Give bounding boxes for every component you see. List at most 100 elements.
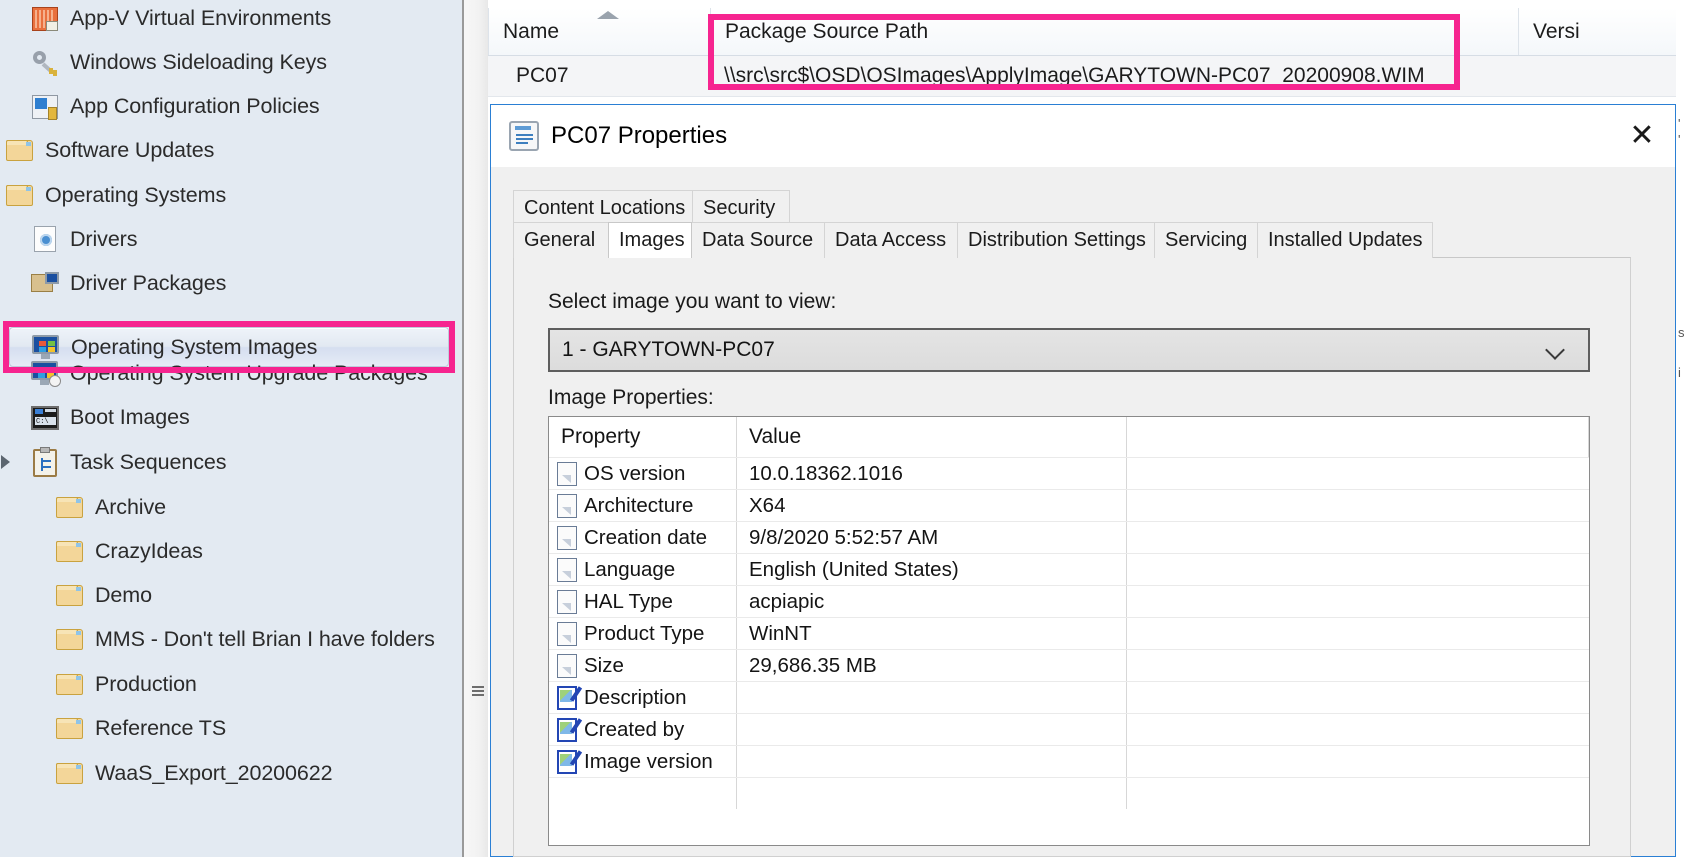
property-name: Architecture — [584, 494, 693, 518]
nav-item-label: Boot Images — [70, 405, 190, 430]
grid-cell-filler — [1127, 618, 1589, 649]
grid-cell-value: acpiapic — [737, 586, 1127, 617]
table-row[interactable]: Image version — [549, 745, 1589, 777]
folder-icon — [55, 758, 85, 788]
pane-splitter[interactable] — [462, 0, 488, 857]
grid-column-header-property[interactable]: Property — [549, 417, 737, 457]
dialog-title-bar[interactable]: PC07 Properties ✕ — [491, 105, 1675, 167]
table-row[interactable]: Creation date 9/8/2020 5:52:57 AM — [549, 521, 1589, 553]
grid-cell-value: English (United States) — [737, 554, 1127, 585]
select-image-label: Select image you want to view: — [548, 290, 836, 314]
nav-item-operating-system-upgrade-packages[interactable]: Operating System Upgrade Packages — [0, 351, 462, 395]
tab-security[interactable]: Security — [692, 190, 790, 226]
nav-item-app-configuration-policies[interactable]: App Configuration Policies — [0, 84, 462, 128]
appv-package-icon — [30, 3, 60, 33]
grid-cell-filler — [1127, 586, 1589, 617]
image-properties-grid[interactable]: Property Value OS version 10.0.18362.101… — [548, 416, 1590, 846]
nav-item-label: Production — [95, 672, 197, 697]
pc07-properties-dialog[interactable]: PC07 Properties ✕ Content Locations Secu… — [490, 104, 1676, 857]
tab-data-source[interactable]: Data Source — [691, 222, 825, 258]
nav-item-label: MMS - Don't tell Brian I have folders — [95, 627, 435, 652]
nav-item-operating-systems[interactable]: Operating Systems — [0, 173, 462, 217]
tab-strip-main-row[interactable]: General Images Data Source Data Access D… — [513, 222, 1432, 258]
grid-cell-filler — [1127, 746, 1589, 777]
tab-general[interactable]: General — [513, 222, 609, 258]
property-name: Language — [584, 558, 675, 582]
grid-column-header-value[interactable]: Value — [737, 417, 1127, 457]
column-header-package-source-path[interactable]: Package Source Path — [710, 8, 1518, 55]
nav-item-waas-export[interactable]: WaaS_Export_20200622 — [0, 751, 462, 795]
nav-item-drivers[interactable]: Drivers — [0, 217, 462, 261]
close-icon[interactable]: ✕ — [1609, 105, 1675, 167]
tab-images[interactable]: Images — [608, 222, 692, 258]
tab-distribution-settings[interactable]: Distribution Settings — [957, 222, 1155, 258]
property-name: OS version — [584, 462, 685, 486]
nav-item-production[interactable]: Production — [0, 662, 462, 706]
table-row[interactable]: Created by — [549, 713, 1589, 745]
nav-item-task-sequences[interactable]: Task Sequences — [0, 440, 462, 484]
table-row[interactable]: Architecture X64 — [549, 489, 1589, 521]
table-row[interactable]: Size 29,686.35 MB — [549, 649, 1589, 681]
nav-item-driver-packages[interactable]: Driver Packages — [0, 261, 462, 305]
nav-item-demo[interactable]: Demo — [0, 573, 462, 617]
nav-item-app-v-virtual-environments[interactable]: App-V Virtual Environments — [0, 0, 462, 40]
document-icon — [557, 494, 577, 518]
cell-version — [1518, 56, 1693, 96]
chevron-right-icon[interactable] — [1, 455, 10, 469]
grid-cell-property: OS version — [549, 458, 737, 489]
splitter-grip-icon[interactable] — [472, 686, 484, 700]
table-row-empty[interactable] — [549, 777, 1589, 809]
folder-icon — [55, 669, 85, 699]
grid-cell-value[interactable] — [737, 746, 1127, 777]
nav-item-label: Drivers — [70, 227, 137, 252]
navigation-tree-pane[interactable]: App-V Virtual Environments Windows Sidel… — [0, 0, 462, 857]
document-icon — [557, 558, 577, 582]
nav-item-label: Operating Systems — [45, 183, 226, 208]
editable-property-icon — [557, 686, 577, 710]
tab-strip-overflow-row[interactable]: Content Locations Security — [513, 190, 789, 226]
grid-column-label: Property — [561, 425, 640, 449]
nav-item-software-updates[interactable]: Software Updates — [0, 128, 462, 172]
nav-item-windows-sideloading-keys[interactable]: Windows Sideloading Keys — [0, 40, 462, 84]
folder-icon — [5, 135, 35, 165]
tab-label: Installed Updates — [1268, 229, 1423, 252]
column-header-name[interactable]: Name — [488, 8, 710, 55]
chevron-down-icon[interactable] — [1548, 343, 1566, 355]
table-row[interactable]: Description — [549, 681, 1589, 713]
grid-cell-property: Created by — [549, 714, 737, 745]
os-images-list-view[interactable]: Name Package Source Path Versi PC07 \\sr… — [488, 0, 1693, 100]
editable-property-icon — [557, 750, 577, 774]
tab-data-access[interactable]: Data Access — [824, 222, 958, 258]
grid-cell-property: Description — [549, 682, 737, 713]
list-column-header-row: Name Package Source Path Versi — [488, 8, 1693, 56]
cell-package-source-path: \\src\src$\OSD\OSImages\ApplyImage\GARYT… — [710, 56, 1518, 96]
table-row[interactable]: Product Type WinNT — [549, 617, 1589, 649]
boot-image-icon: C:\ — [30, 402, 60, 432]
tab-content-locations[interactable]: Content Locations — [513, 190, 693, 226]
table-row[interactable]: PC07 \\src\src$\OSD\OSImages\ApplyImage\… — [488, 56, 1693, 97]
table-row[interactable]: HAL Type acpiapic — [549, 585, 1589, 617]
grid-cell-value[interactable] — [737, 714, 1127, 745]
cell-text: \\src\src$\OSD\OSImages\ApplyImage\GARYT… — [710, 64, 1425, 88]
column-header-version[interactable]: Versi — [1518, 8, 1693, 55]
image-select-dropdown[interactable]: 1 - GARYTOWN-PC07 — [548, 328, 1590, 372]
tab-label: General — [524, 229, 595, 252]
tab-label: Security — [703, 197, 775, 220]
tab-label: Distribution Settings — [968, 229, 1146, 252]
table-row[interactable]: OS version 10.0.18362.1016 — [549, 457, 1589, 489]
grid-cell-property: Size — [549, 650, 737, 681]
document-icon — [557, 590, 577, 614]
app-config-icon — [30, 91, 60, 121]
nav-item-crazyideas[interactable]: CrazyIdeas — [0, 529, 462, 573]
folder-icon — [55, 536, 85, 566]
grid-cell-value: WinNT — [737, 618, 1127, 649]
grid-cell-value[interactable] — [737, 682, 1127, 713]
tab-installed-updates[interactable]: Installed Updates — [1257, 222, 1433, 258]
table-row[interactable]: Language English (United States) — [549, 553, 1589, 585]
nav-item-label: Demo — [95, 583, 152, 608]
nav-item-reference-ts[interactable]: Reference TS — [0, 706, 462, 750]
nav-item-archive[interactable]: Archive — [0, 485, 462, 529]
nav-item-mms-folder[interactable]: MMS - Don't tell Brian I have folders — [0, 617, 462, 661]
nav-item-boot-images[interactable]: C:\ Boot Images — [0, 395, 462, 439]
tab-servicing[interactable]: Servicing — [1154, 222, 1258, 258]
